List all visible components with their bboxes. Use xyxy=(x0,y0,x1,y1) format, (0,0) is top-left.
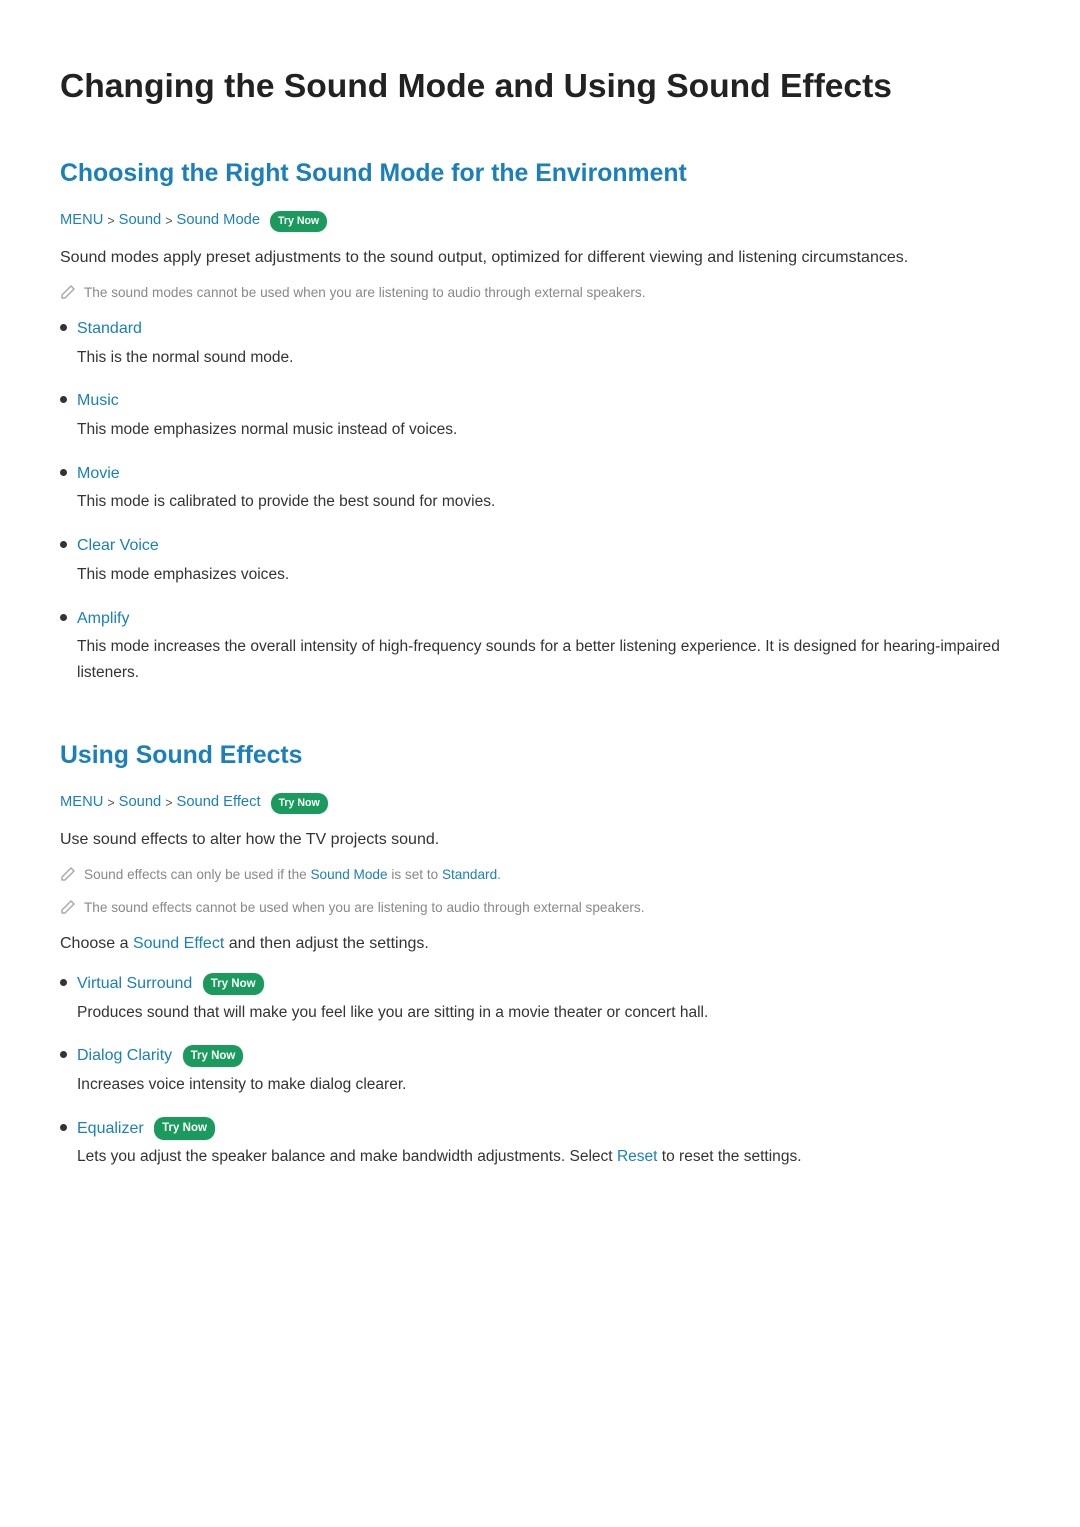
pencil-icon-3 xyxy=(60,899,76,921)
section2-note1: Sound effects can only be used if the So… xyxy=(60,865,1020,888)
section2-note2: The sound effects cannot be used when yo… xyxy=(60,898,1020,921)
breadcrumb2-sound[interactable]: Sound xyxy=(119,791,162,815)
section1-title: Choosing the Right Sound Mode for the En… xyxy=(60,154,1020,194)
mode-music: Music This mode emphasizes normal music … xyxy=(77,388,1020,442)
list-item: Virtual Surround Try Now Produces sound … xyxy=(60,971,1020,1025)
section2-intro: Use sound effects to alter how the TV pr… xyxy=(60,827,1020,853)
mode-label-amplify: Amplify xyxy=(77,606,1020,632)
bullet-dot xyxy=(60,1051,67,1058)
mode-clear-voice: Clear Voice This mode emphasizes voices. xyxy=(77,533,1020,587)
section1-note-text: The sound modes cannot be used when you … xyxy=(84,283,646,303)
pencil-icon-1 xyxy=(60,284,76,306)
bullet-dot xyxy=(60,469,67,476)
pencil-icon-2 xyxy=(60,866,76,888)
effect-dialog-clarity: Dialog Clarity Try Now Increases voice i… xyxy=(77,1043,1020,1097)
breadcrumb2-sep1: > xyxy=(107,793,114,813)
mode-label-music: Music xyxy=(77,388,1020,414)
bullet-dot xyxy=(60,979,67,986)
effect-desc-equalizer: Lets you adjust the speaker balance and … xyxy=(77,1148,802,1165)
mode-movie: Movie This mode is calibrated to provide… xyxy=(77,461,1020,515)
section-choosing-sound-mode: Choosing the Right Sound Mode for the En… xyxy=(60,154,1020,686)
breadcrumb2-sound-effect[interactable]: Sound Effect xyxy=(177,791,261,815)
section1-note: The sound modes cannot be used when you … xyxy=(60,283,1020,306)
bullet-dot xyxy=(60,1124,67,1131)
list-item: Amplify This mode increases the overall … xyxy=(60,606,1020,686)
section1-breadcrumb: MENU > Sound > Sound Mode Try Now xyxy=(60,209,1020,233)
bullet-dot xyxy=(60,614,67,621)
list-item: Music This mode emphasizes normal music … xyxy=(60,388,1020,442)
section2-note1-text: Sound effects can only be used if the So… xyxy=(84,865,501,885)
effect-desc-virtual-surround: Produces sound that will make you feel l… xyxy=(77,1004,708,1021)
try-now-badge-equalizer[interactable]: Try Now xyxy=(154,1117,215,1139)
choose-suffix: and then adjust the settings. xyxy=(224,935,429,952)
standard-link[interactable]: Standard xyxy=(442,867,497,882)
effect-equalizer: Equalizer Try Now Lets you adjust the sp… xyxy=(77,1116,1020,1170)
sound-effect-link[interactable]: Sound Effect xyxy=(133,935,224,952)
effect-virtual-surround: Virtual Surround Try Now Produces sound … xyxy=(77,971,1020,1025)
bullet-dot xyxy=(60,541,67,548)
page-title: Changing the Sound Mode and Using Sound … xyxy=(60,60,1020,114)
mode-desc-standard: This is the normal sound mode. xyxy=(77,349,293,366)
list-item: Movie This mode is calibrated to provide… xyxy=(60,461,1020,515)
mode-desc-clear-voice: This mode emphasizes voices. xyxy=(77,566,289,583)
section2-note2-text: The sound effects cannot be used when yo… xyxy=(84,898,644,918)
try-now-badge-2[interactable]: Try Now xyxy=(271,793,328,814)
breadcrumb-sep2: > xyxy=(165,211,172,231)
list-item: Dialog Clarity Try Now Increases voice i… xyxy=(60,1043,1020,1097)
mode-desc-music: This mode emphasizes normal music instea… xyxy=(77,421,457,438)
sound-modes-list: Standard This is the normal sound mode. … xyxy=(60,316,1020,686)
effect-label-virtual-surround: Virtual Surround Try Now xyxy=(77,971,1020,997)
sound-mode-link[interactable]: Sound Mode xyxy=(310,867,387,882)
sound-effects-list: Virtual Surround Try Now Produces sound … xyxy=(60,971,1020,1170)
list-item: Equalizer Try Now Lets you adjust the sp… xyxy=(60,1116,1020,1170)
mode-desc-amplify: This mode increases the overall intensit… xyxy=(77,638,1000,681)
mode-standard: Standard This is the normal sound mode. xyxy=(77,316,1020,370)
mode-amplify: Amplify This mode increases the overall … xyxy=(77,606,1020,686)
mode-label-clear-voice: Clear Voice xyxy=(77,533,1020,559)
section-using-sound-effects: Using Sound Effects MENU > Sound > Sound… xyxy=(60,736,1020,1170)
reset-link[interactable]: Reset xyxy=(617,1148,658,1165)
section2-breadcrumb: MENU > Sound > Sound Effect Try Now xyxy=(60,791,1020,815)
list-item: Clear Voice This mode emphasizes voices. xyxy=(60,533,1020,587)
breadcrumb-sep1: > xyxy=(107,211,114,231)
bullet-dot xyxy=(60,324,67,331)
breadcrumb2-menu[interactable]: MENU xyxy=(60,791,103,815)
try-now-badge-dialog-clarity[interactable]: Try Now xyxy=(183,1045,244,1067)
effect-label-equalizer: Equalizer Try Now xyxy=(77,1116,1020,1142)
breadcrumb-sound-mode[interactable]: Sound Mode xyxy=(177,209,260,233)
mode-label-standard: Standard xyxy=(77,316,1020,342)
effect-label-dialog-clarity: Dialog Clarity Try Now xyxy=(77,1043,1020,1069)
breadcrumb-menu[interactable]: MENU xyxy=(60,209,103,233)
effect-desc-dialog-clarity: Increases voice intensity to make dialog… xyxy=(77,1076,406,1093)
try-now-badge-1[interactable]: Try Now xyxy=(270,211,327,232)
try-now-badge-virtual-surround[interactable]: Try Now xyxy=(203,973,264,995)
choose-prefix: Choose a xyxy=(60,935,133,952)
mode-label-movie: Movie xyxy=(77,461,1020,487)
choose-sound-effect-text: Choose a Sound Effect and then adjust th… xyxy=(60,931,1020,957)
bullet-dot xyxy=(60,396,67,403)
section2-title: Using Sound Effects xyxy=(60,736,1020,776)
breadcrumb2-sep2: > xyxy=(165,793,172,813)
breadcrumb-sound[interactable]: Sound xyxy=(119,209,162,233)
mode-desc-movie: This mode is calibrated to provide the b… xyxy=(77,493,495,510)
section1-intro: Sound modes apply preset adjustments to … xyxy=(60,245,1020,271)
list-item: Standard This is the normal sound mode. xyxy=(60,316,1020,370)
